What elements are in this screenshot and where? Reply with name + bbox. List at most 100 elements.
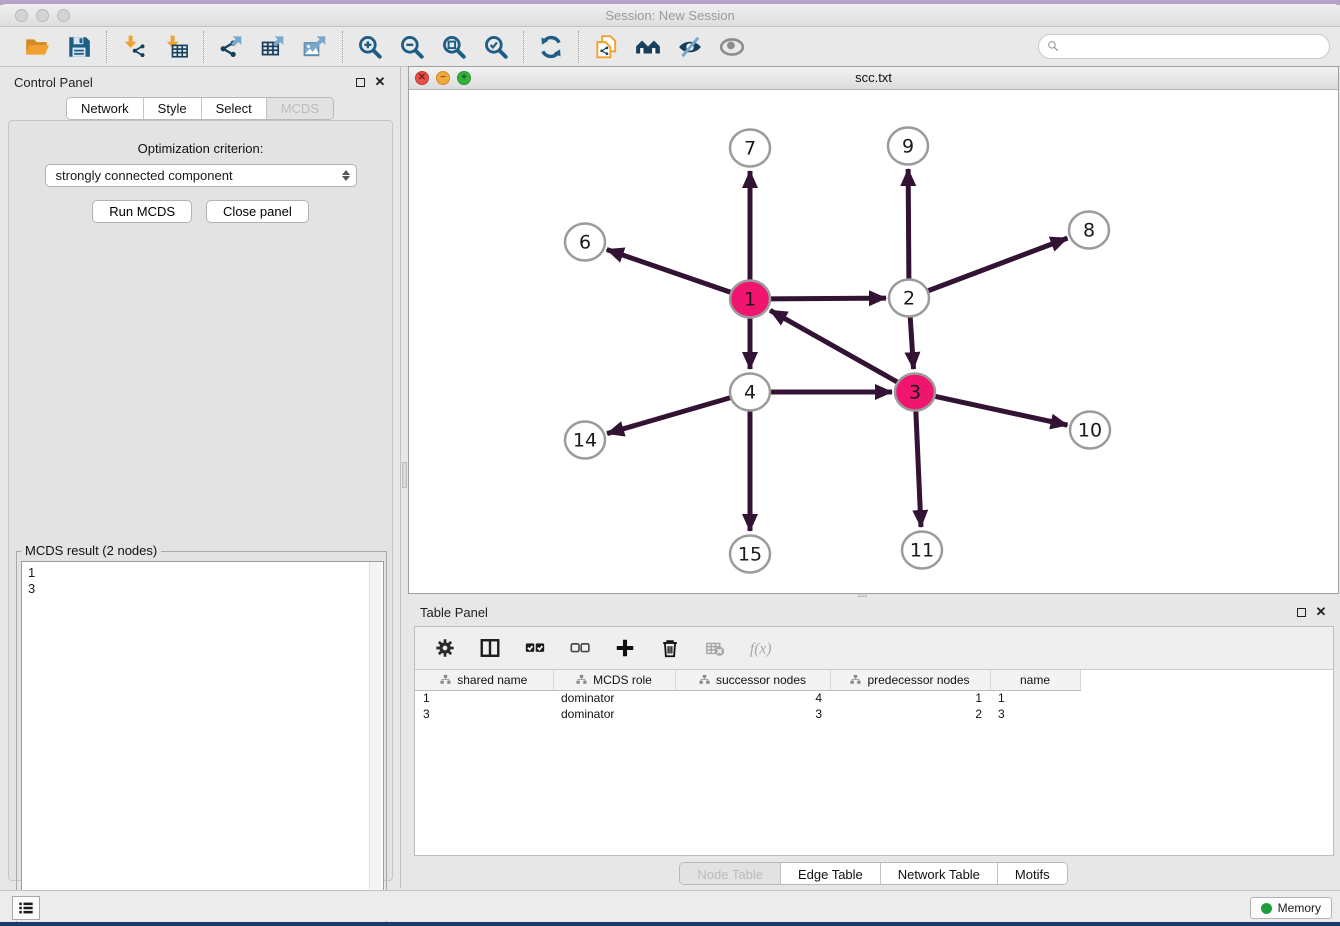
graph-edge-4-14[interactable]	[607, 397, 733, 434]
run-mcds-button[interactable]: Run MCDS	[92, 200, 192, 223]
tab-edge-table[interactable]: Edge Table	[781, 863, 881, 885]
tab-network[interactable]: Network	[67, 98, 144, 119]
refresh-icon[interactable]	[537, 33, 565, 61]
control-panel: Control Panel ✕ NetworkStyleSelectMCDS O…	[0, 67, 401, 888]
control-panel-title: Control Panel	[14, 75, 93, 90]
tab-mcds[interactable]: MCDS	[267, 98, 333, 119]
column-header-predecessor-nodes[interactable]: predecessor nodes	[830, 670, 990, 690]
network-frame-close-icon[interactable]: ✕	[415, 71, 429, 85]
vertical-splitter-handle[interactable]	[402, 462, 407, 488]
network-graph: 7 9 6 8 1 2 4 3 14 10 15 11	[409, 90, 1338, 593]
zoom-out-icon[interactable]	[398, 33, 426, 61]
optimization-criterion-dropdown[interactable]: strongly connected component	[45, 164, 357, 187]
search-icon	[1047, 40, 1060, 53]
tab-style[interactable]: Style	[144, 98, 202, 119]
graph-edge-2-9[interactable]	[908, 169, 909, 280]
tree-icon	[699, 674, 710, 685]
hide-selected-icon[interactable]	[676, 33, 704, 61]
column-header-successor-nodes[interactable]: successor nodes	[675, 670, 830, 690]
table-cell[interactable]: 1	[830, 690, 990, 706]
table-panel-close-icon[interactable]: ✕	[1315, 606, 1327, 618]
tab-network-table[interactable]: Network Table	[881, 863, 998, 885]
svg-text:f(x): f(x)	[750, 641, 771, 658]
add-column-icon[interactable]	[611, 634, 639, 662]
control-panel-close-icon[interactable]: ✕	[374, 76, 386, 88]
graph-node-6[interactable]: 6	[565, 224, 605, 261]
save-session-icon[interactable]	[65, 33, 93, 61]
control-panel-float-icon[interactable]	[354, 76, 366, 88]
tab-node-table[interactable]: Node Table	[680, 863, 781, 885]
table-panel-float-icon[interactable]	[1295, 606, 1307, 618]
mcds-tab-content: Optimization criterion: strongly connect…	[8, 120, 393, 881]
zoom-in-icon[interactable]	[356, 33, 384, 61]
table-cell[interactable]: 1	[415, 690, 553, 706]
split-columns-icon[interactable]	[476, 634, 504, 662]
graph-node-8[interactable]: 8	[1069, 212, 1109, 249]
delete-column-icon[interactable]	[656, 634, 684, 662]
graph-edge-3-1[interactable]	[770, 310, 899, 383]
gear-icon[interactable]	[431, 634, 459, 662]
export-network-icon[interactable]	[217, 33, 245, 61]
deselect-all-columns-icon[interactable]	[566, 634, 594, 662]
graph-edge-1-6[interactable]	[607, 250, 733, 294]
graph-node-10[interactable]: 10	[1070, 412, 1110, 449]
graph-node-1[interactable]: 1	[730, 281, 770, 318]
mcds-result-scrollbar[interactable]	[369, 562, 381, 917]
table-cell[interactable]: 3	[675, 706, 830, 722]
search-input[interactable]	[1065, 39, 1321, 54]
optimization-criterion-label: Optimization criterion:	[9, 141, 392, 156]
show-all-icon[interactable]	[718, 33, 746, 61]
table-row[interactable]: 3dominator323	[415, 706, 1096, 722]
table-row[interactable]: 1dominator411	[415, 690, 1096, 706]
table-cell[interactable]: 1	[990, 690, 1080, 706]
table-cell[interactable]: 4	[675, 690, 830, 706]
graph-edge-1-2[interactable]	[768, 298, 886, 299]
duplicate-network-icon[interactable]	[592, 33, 620, 61]
table-cell[interactable]: 2	[830, 706, 990, 722]
table-cell[interactable]: dominator	[553, 690, 675, 706]
mcds-result-textarea[interactable]: 1 3	[21, 561, 384, 918]
graph-node-11[interactable]: 11	[902, 532, 942, 569]
table-cell[interactable]: dominator	[553, 706, 675, 722]
table-toolbar: f(x)	[415, 627, 1333, 669]
table-cell[interactable]: 3	[415, 706, 553, 722]
import-network-icon[interactable]	[120, 33, 148, 61]
graph-edge-3-10[interactable]	[933, 396, 1068, 425]
graph-node-4[interactable]: 4	[730, 374, 770, 411]
graph-node-9[interactable]: 9	[888, 128, 928, 165]
table-cell[interactable]: 3	[990, 706, 1080, 722]
table-header-row: shared nameMCDS rolesuccessor nodesprede…	[415, 670, 1096, 690]
network-frame-minimize-icon[interactable]: −	[436, 71, 450, 85]
graph-node-15[interactable]: 15	[730, 536, 770, 573]
network-canvas[interactable]: 7 9 6 8 1 2 4 3 14 10 15 11	[409, 90, 1338, 593]
task-history-button[interactable]	[12, 896, 40, 920]
memory-button[interactable]: Memory	[1250, 897, 1332, 919]
network-frame-maximize-icon[interactable]: +	[457, 71, 471, 85]
export-table-icon[interactable]	[259, 33, 287, 61]
home-icon[interactable]	[634, 33, 662, 61]
tab-select[interactable]: Select	[202, 98, 267, 119]
graph-node-3[interactable]: 3	[895, 374, 935, 411]
column-header-shared-name[interactable]: shared name	[415, 670, 553, 690]
column-header-name[interactable]: name	[990, 670, 1080, 690]
select-all-columns-icon[interactable]	[521, 634, 549, 662]
control-panel-tabs: NetworkStyleSelectMCDS	[66, 97, 334, 120]
export-image-icon[interactable]	[301, 33, 329, 61]
graph-edge-2-8[interactable]	[926, 238, 1068, 292]
graph-node-14[interactable]: 14	[565, 422, 605, 459]
graph-node-7[interactable]: 7	[730, 130, 770, 167]
zoom-selected-icon[interactable]	[482, 33, 510, 61]
import-table-icon[interactable]	[162, 33, 190, 61]
zoom-fit-icon[interactable]	[440, 33, 468, 61]
memory-status-icon	[1261, 903, 1272, 914]
column-header-MCDS-role[interactable]: MCDS role	[553, 670, 675, 690]
open-session-icon[interactable]	[23, 33, 51, 61]
close-panel-button[interactable]: Close panel	[206, 200, 309, 223]
graph-edge-3-11[interactable]	[916, 410, 921, 527]
tab-motifs[interactable]: Motifs	[998, 863, 1067, 885]
graph-edge-2-3[interactable]	[910, 316, 913, 369]
graph-node-2[interactable]: 2	[889, 280, 929, 317]
tree-icon	[440, 674, 451, 685]
mcds-result-groupbox: MCDS result (2 nodes) 1 3	[16, 551, 387, 922]
global-search-field[interactable]	[1038, 34, 1330, 59]
